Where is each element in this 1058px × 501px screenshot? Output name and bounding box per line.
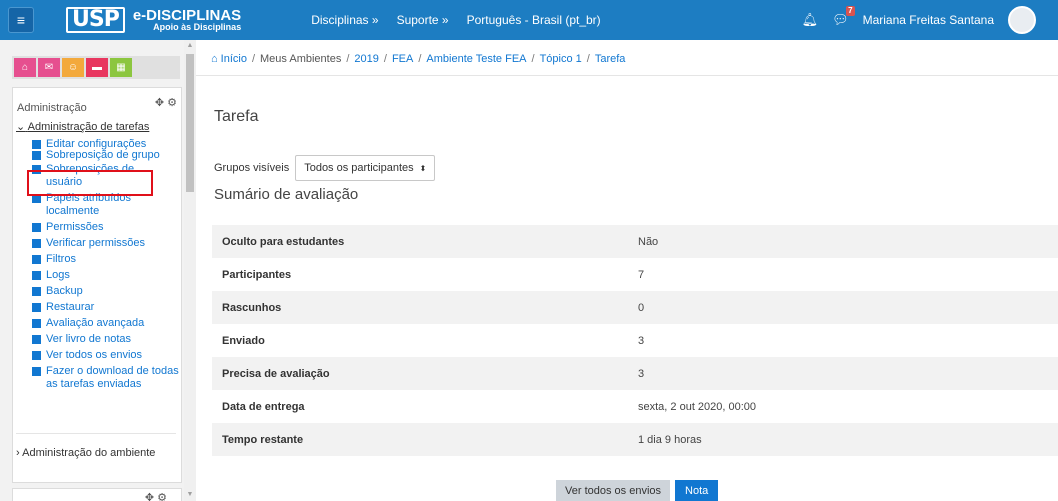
square-icon — [32, 303, 41, 312]
sidebar-item-advanced-grading[interactable]: Avaliação avançada — [16, 317, 180, 330]
nav-suporte[interactable]: Suporte » — [397, 13, 449, 27]
grid-icon[interactable]: ▦ — [110, 58, 132, 77]
square-icon — [32, 367, 41, 376]
avatar[interactable] — [1008, 6, 1036, 34]
breadcrumb-my-courses: Meus Ambientes — [260, 53, 342, 65]
logo-title: e-DISCIPLINAS — [132, 7, 242, 24]
view-all-submissions-button[interactable]: Ver todos os envios — [556, 480, 671, 501]
breadcrumb-course[interactable]: Ambiente Teste FEA — [426, 53, 526, 65]
breadcrumb: ⌂ Início / Meus Ambientes/ 2019/ FEA / Amb… — [211, 53, 626, 65]
left-sidebar: ⌂ ✉ ☺ ▬ ▦ Administração ✥ ⚙ ⌄ Administra… — [0, 40, 196, 501]
move-icon[interactable]: ✥ — [155, 97, 164, 109]
square-icon — [32, 239, 41, 248]
messages-icon[interactable]: 💬︎ 7 — [832, 6, 855, 28]
sidebar-item-logs[interactable]: Logs — [16, 269, 180, 282]
sidebar-item-view-all-submissions[interactable]: Ver todos os envios — [16, 349, 180, 362]
logo-usp: USP — [66, 7, 125, 33]
second-block: ✥ ⚙ — [12, 488, 182, 501]
message-count-badge: 7 — [846, 6, 855, 16]
chevron-right-icon: › — [16, 447, 20, 459]
table-row: Rascunhos 0 — [212, 291, 1058, 324]
logo-subtitle: Apoio às Disciplinas — [153, 22, 242, 32]
select-arrows-icon: ⬍ — [419, 163, 427, 173]
top-navbar: ≡ USP e-DISCIPLINAS Apoio às Disciplinas… — [0, 0, 1058, 40]
sidebar-item-gradebook[interactable]: Ver livro de notas — [16, 333, 180, 346]
sidebar-item-filters[interactable]: Filtros — [16, 253, 180, 266]
sidebar-scrollbar[interactable]: ▲ ▼ — [184, 40, 196, 501]
sidebar-item-download-all[interactable]: Fazer o download de todas as tarefas env… — [16, 365, 180, 391]
block-divider — [16, 433, 176, 434]
bell-icon[interactable]: 🔔︎ — [802, 12, 819, 28]
user-name[interactable]: Mariana Freitas Santana — [863, 13, 994, 27]
users-icon[interactable]: ☺ — [62, 58, 84, 77]
square-icon — [32, 151, 41, 160]
block-title: Administração — [17, 102, 87, 114]
sidebar-item-restore[interactable]: Restaurar — [16, 301, 180, 314]
table-row: Enviado 3 — [222, 334, 645, 347]
sidebar-item-permissions[interactable]: Permissões — [16, 221, 180, 234]
quick-links-bar: ⌂ ✉ ☺ ▬ ▦ — [12, 56, 180, 79]
grade-button[interactable]: Nota — [675, 480, 719, 501]
site-logo[interactable]: USP e-DISCIPLINAS Apoio às Disciplinas — [66, 7, 241, 33]
square-icon — [32, 319, 41, 328]
folder-icon[interactable]: ▬ — [86, 58, 108, 77]
table-row: Participantes 7 — [222, 268, 645, 281]
tree-env-admin[interactable]: › Administração do ambiente — [16, 447, 155, 459]
scroll-up-icon[interactable]: ▲ — [186, 42, 194, 50]
table-row: Precisa de avaliação 3 — [212, 357, 1058, 390]
breadcrumb-assignment[interactable]: Tarefa — [595, 53, 626, 65]
nav-language[interactable]: Português - Brasil (pt_br) — [467, 13, 601, 27]
hamburger-icon: ≡ — [16, 12, 26, 28]
summary-title: Sumário de avaliação — [214, 186, 359, 203]
breadcrumb-divider — [196, 75, 1058, 76]
menu-toggle-button[interactable]: ≡ — [8, 7, 34, 33]
home-icon: ⌂ — [211, 53, 218, 65]
breadcrumb-year[interactable]: 2019 — [354, 53, 378, 65]
move-icon[interactable]: ✥ — [145, 492, 154, 501]
highlight-box — [27, 170, 153, 196]
gear-icon[interactable]: ⚙ — [157, 492, 167, 501]
chevron-down-icon: ⌄ — [16, 121, 26, 133]
mail-icon[interactable]: ✉ — [38, 58, 60, 77]
scroll-thumb[interactable] — [186, 54, 194, 192]
groups-select[interactable]: Todos os participantes ⬍ — [295, 155, 436, 181]
square-icon — [32, 287, 41, 296]
action-buttons: Ver todos os envios Nota — [556, 480, 719, 501]
page-title: Tarefa — [214, 108, 259, 125]
grading-summary-table: Oculto para estudantes Não Participantes 7… — [212, 225, 1058, 456]
square-icon — [32, 351, 41, 360]
breadcrumb-topic[interactable]: Tópico 1 — [540, 53, 582, 65]
square-icon — [32, 140, 41, 149]
square-icon — [32, 271, 41, 280]
table-row: Oculto para estudantes Não — [212, 225, 1058, 258]
sidebar-item-backup[interactable]: Backup — [16, 285, 180, 298]
groups-label: Grupos visíveis — [214, 162, 290, 174]
home-icon[interactable]: ⌂ — [14, 58, 36, 77]
square-icon — [32, 255, 41, 264]
breadcrumb-fea[interactable]: FEA — [392, 53, 413, 65]
groups-selector: Grupos visíveis Todos os participantes ⬍ — [214, 155, 436, 181]
gear-icon[interactable]: ⚙ — [167, 97, 177, 109]
square-icon — [32, 223, 41, 232]
breadcrumb-home[interactable]: Início — [221, 53, 247, 65]
sidebar-item-group-overrides[interactable]: Sobreposição de grupo — [16, 149, 180, 162]
nav-disciplinas[interactable]: Disciplinas » — [311, 13, 378, 27]
scroll-down-icon[interactable]: ▼ — [186, 491, 194, 499]
tree-root-assignment-admin[interactable]: ⌄ Administração de tarefas — [16, 120, 180, 133]
table-row: Data de entrega sexta, 2 out 2020, 00:00 — [222, 400, 757, 413]
admin-tree: ⌄ Administração de tarefas — [16, 120, 180, 133]
sidebar-item-check-permissions[interactable]: Verificar permissões — [16, 237, 180, 250]
square-icon — [32, 335, 41, 344]
table-row: Tempo restante 1 dia 9 horas — [212, 423, 1058, 456]
